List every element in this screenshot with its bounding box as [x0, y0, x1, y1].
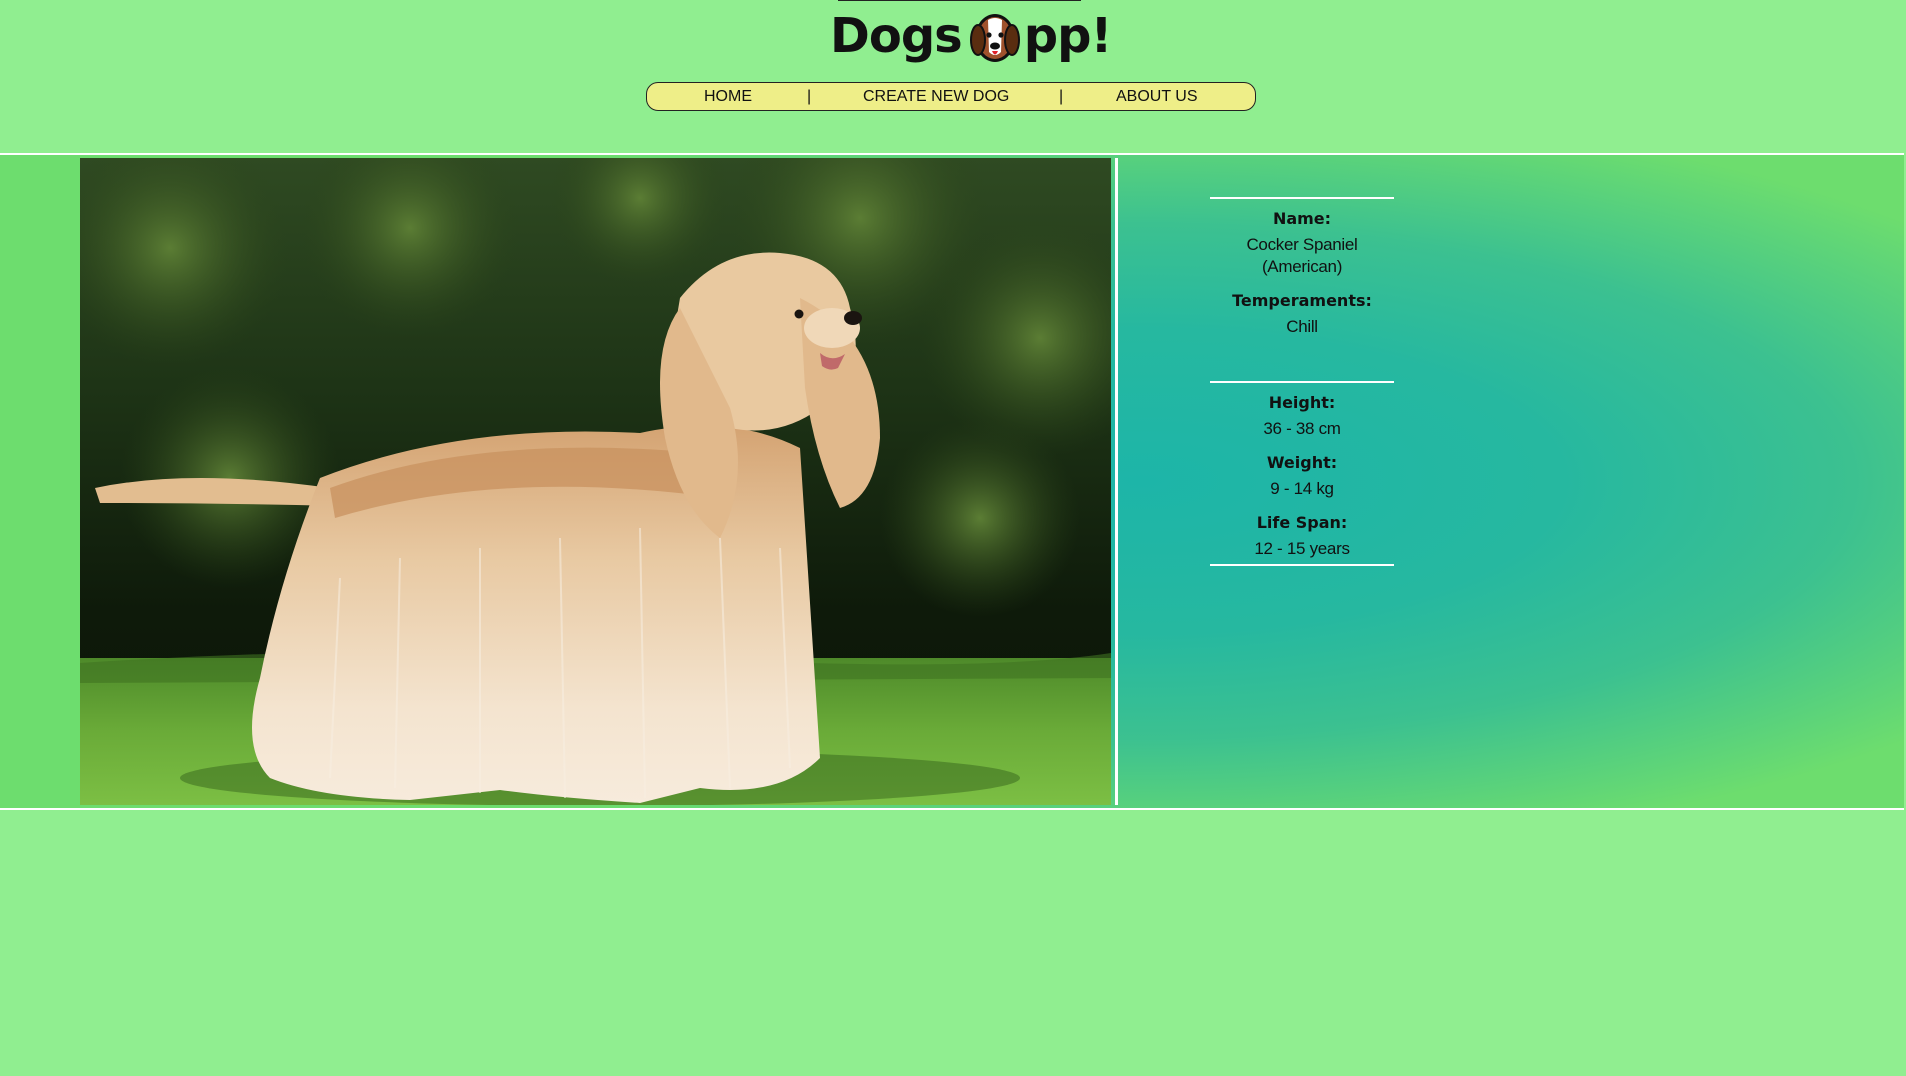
nav-separator: | — [807, 88, 812, 105]
dog-details: Name: Cocker Spaniel (American) Temperam… — [1210, 197, 1394, 566]
header: Dogs pp! HOME | CREATE NEW DOG | ABOUT U… — [0, 0, 1904, 155]
header-top-line — [838, 0, 1081, 1]
panel-divider — [1115, 158, 1118, 805]
nav-create-dog-link[interactable]: CREATE NEW DOG — [863, 88, 1009, 106]
nav-home-link[interactable]: HOME — [704, 88, 752, 106]
dog-name: Cocker Spaniel (American) — [1246, 235, 1358, 276]
nav-separator: | — [1059, 88, 1064, 105]
temperaments-label: Temperaments: — [1232, 291, 1372, 310]
dog-temperaments: Chill — [1286, 317, 1318, 336]
dog-photo — [80, 158, 1111, 805]
nav-bar: HOME | CREATE NEW DOG | ABOUT US — [646, 82, 1256, 111]
lifespan-label: Life Span: — [1256, 513, 1348, 532]
weight-label: Weight: — [1266, 453, 1338, 472]
details-rule-top — [1210, 197, 1394, 199]
dog-weight: 9 - 14 kg — [1270, 479, 1334, 498]
dog-detail-panel: Name: Cocker Spaniel (American) Temperam… — [0, 155, 1904, 810]
app-logo[interactable]: Dogs pp! — [830, 4, 1113, 68]
dog-lifespan: 12 - 15 years — [1254, 539, 1350, 558]
height-label: Height: — [1268, 393, 1336, 412]
details-rule-middle — [1210, 381, 1394, 383]
logo-text-pp: pp! — [1023, 8, 1113, 64]
logo-text-dogs: Dogs — [830, 8, 963, 64]
name-label: Name: — [1272, 209, 1332, 228]
nav-about-link[interactable]: ABOUT US — [1116, 88, 1198, 106]
dog-height: 36 - 38 cm — [1263, 419, 1341, 438]
details-rule-bottom — [1210, 564, 1394, 566]
dog-face-icon — [968, 8, 1022, 64]
